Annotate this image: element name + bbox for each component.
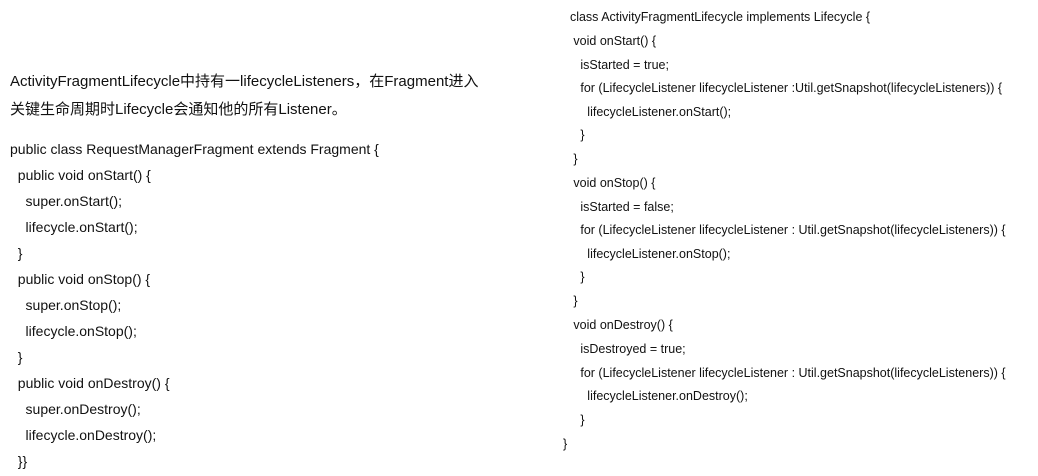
code-line: public void onStart() { (10, 167, 151, 183)
code-line: public void onStop() { (10, 271, 151, 287)
code-line: super.onStart(); (10, 193, 123, 209)
code-line: for (LifecycleListener lifecycleListener… (563, 366, 1006, 380)
code-line: class ActivityFragmentLifecycle implemen… (563, 10, 871, 24)
code-line: lifecycle.onStop(); (10, 323, 137, 339)
code-line: public class RequestManagerFragment exte… (10, 141, 379, 157)
code-line: void onDestroy() { (563, 318, 673, 332)
code-line: void onStop() { (563, 176, 656, 190)
intro-text-line-2: 关键生命周期时Lifecycle会通知他的所有Listener。 (10, 101, 347, 118)
code-line: void onStart() { (563, 34, 657, 48)
code-line: for (LifecycleListener lifecycleListener… (563, 223, 1006, 237)
code-line: } (563, 128, 585, 142)
code-line: lifecycleListener.onStart(); (563, 105, 732, 119)
code-line: } (563, 413, 585, 427)
code-line: isDestroyed = true; (563, 342, 686, 356)
code-line: lifecycle.onDestroy(); (10, 427, 157, 443)
code-line: } (563, 270, 585, 284)
code-line: lifecycle.onStart(); (10, 219, 138, 235)
code-line: for (LifecycleListener lifecycleListener… (563, 81, 1003, 95)
code-line: public void onDestroy() { (10, 375, 170, 391)
code-line: } (563, 437, 568, 451)
code-line: isStarted = false; (563, 200, 674, 214)
code-line: lifecycleListener.onDestroy(); (563, 389, 748, 403)
code-line: super.onDestroy(); (10, 401, 141, 417)
intro-text-line-1: ActivityFragmentLifecycle中持有一lifecycleLi… (10, 73, 479, 90)
code-line: } (10, 245, 23, 261)
code-line: super.onStop(); (10, 297, 122, 313)
code-line: lifecycleListener.onStop(); (563, 247, 731, 261)
code-line: isStarted = true; (563, 58, 669, 72)
code-line: }} (10, 453, 28, 469)
code-line: } (563, 294, 578, 308)
code-line: } (10, 349, 23, 365)
code-line: } (563, 152, 578, 166)
